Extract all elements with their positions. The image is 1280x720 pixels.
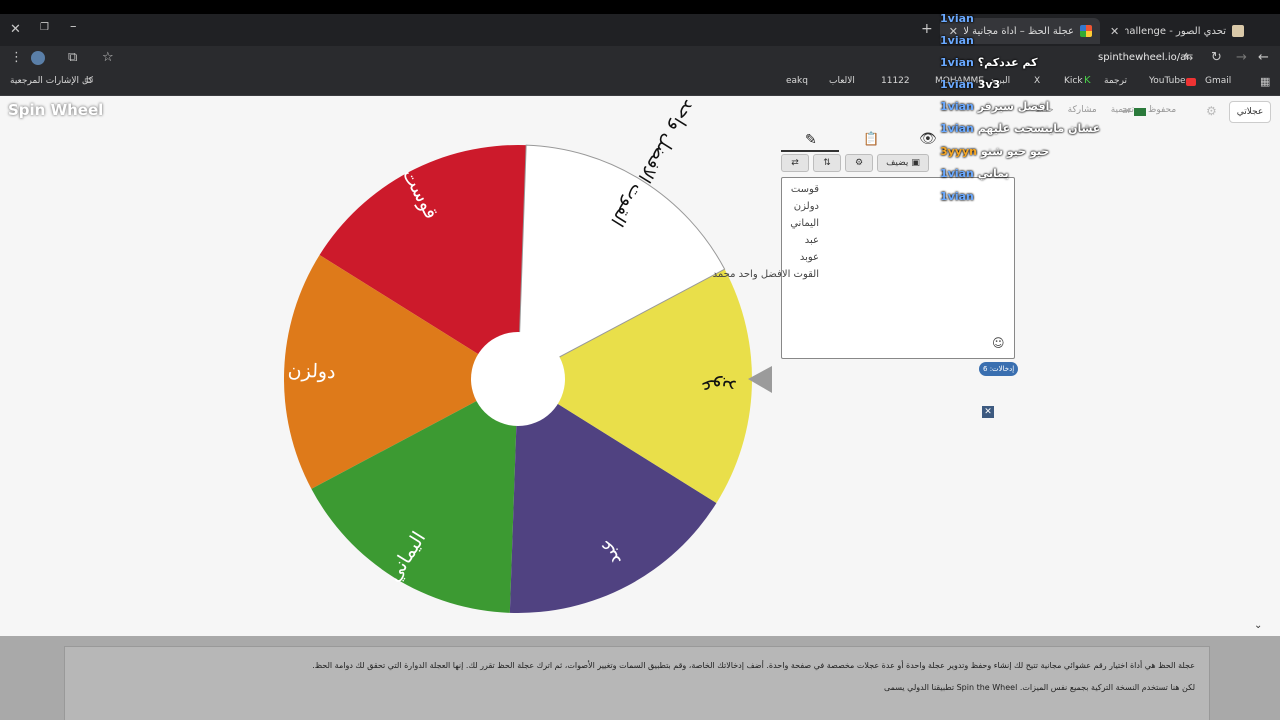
bookmarks-bar: كل الإشارات المرجعية ▭ eakq الالعاب 1112…	[0, 70, 1280, 96]
chat-message: 1vian	[940, 12, 974, 25]
site-settings-icon[interactable]: ⇆	[1184, 51, 1193, 62]
settings-button[interactable]: ⚙	[845, 154, 873, 172]
bookmark-youtube[interactable]: YouTube	[1149, 76, 1186, 86]
chat-text: حيو حيو شنو	[980, 145, 1050, 158]
chat-username: 1vian	[940, 78, 974, 91]
chat-message: 1vian كم عددكم؟	[940, 56, 1037, 69]
forward-icon[interactable]: →	[1236, 51, 1247, 64]
wheel-center-hub[interactable]	[471, 332, 565, 426]
sort-icon: ⇅	[823, 158, 831, 168]
add-image-button[interactable]: ▣ يضيف	[877, 154, 929, 172]
tab-photo-title: تحدي الصور - Photo Challenge	[1125, 25, 1226, 37]
chat-text: 3v3	[977, 78, 1001, 91]
page-footer: عجلة الحظ هي أداة اختيار رقم عشوائي مجان…	[0, 636, 1280, 720]
about-card: عجلة الحظ هي أداة اختيار رقم عشوائي مجان…	[64, 646, 1210, 720]
tab-underline	[781, 150, 839, 152]
bookmark-eakq[interactable]: eakq	[786, 76, 808, 86]
menu-icon[interactable]: ⋮	[10, 51, 23, 64]
shuffle-button[interactable]: ⇄	[781, 154, 809, 172]
apps-grid-icon[interactable]: ▦	[1260, 76, 1270, 87]
scroll-down-chevron-icon[interactable]: ⌄	[1254, 620, 1262, 631]
bookmark-all[interactable]: كل الإشارات المرجعية	[10, 76, 93, 86]
bookmark-games[interactable]: الالعاب	[829, 76, 855, 86]
chat-message: 1vian	[940, 190, 974, 203]
about-text-line-2: لكن هنا تستخدم النسخة التركية بجميع نفس …	[883, 683, 1195, 692]
youtube-icon	[1186, 78, 1196, 86]
bookmark-11122[interactable]: 11122	[881, 76, 910, 86]
chat-message: 1vian 3v3	[940, 78, 1000, 91]
entry-line: دولزن	[793, 201, 819, 212]
chat-username: 1vian	[940, 122, 974, 135]
chat-message: 1vian عشان ماينسحب عليهم	[940, 122, 1100, 135]
chat-username: 1vian	[940, 190, 974, 203]
image-icon: ▣	[911, 158, 920, 168]
chat-message: 3yyyn حيو حيو شنو	[940, 145, 1049, 158]
profile-avatar[interactable]	[31, 51, 45, 65]
tab-bar: ✕ ❐ – + عجلة الحظ – أداة مجانية لاختيار …	[0, 14, 1280, 46]
close-panel-button[interactable]: ✕	[982, 406, 994, 418]
clipboard-icon[interactable]: 📋	[863, 132, 879, 147]
address-bar[interactable]: spinthewheel.io/ar	[1098, 52, 1190, 63]
bookmark-kick[interactable]: Kick	[1064, 76, 1083, 86]
chat-username: 1vian	[940, 100, 974, 113]
page-content: Spin Wheel محفوظ تسمية مشاركة حفظ ar ⚙ ع…	[0, 96, 1280, 636]
wheel-slice-label: دولزن	[287, 359, 336, 383]
entry-line: عبد	[804, 235, 819, 246]
tab-photo-challenge[interactable]: تحدي الصور - Photo Challenge ✕	[1102, 18, 1252, 44]
extensions-icon[interactable]: ⧉	[68, 51, 77, 64]
reload-icon[interactable]: ↻	[1211, 51, 1222, 64]
edit-pencil-icon[interactable]: ✎	[805, 132, 817, 148]
wheel-favicon-icon	[1080, 25, 1092, 37]
kick-icon: K	[1084, 75, 1091, 86]
chat-message: 1vian يماني	[940, 167, 1009, 180]
sort-button[interactable]: ⇅	[813, 154, 841, 172]
chat-message: 1vian افضل سيرفر	[940, 100, 1049, 113]
close-window-icon[interactable]: ✕	[10, 23, 21, 36]
entry-line: قوست	[790, 184, 819, 195]
shuffle-icon: ⇄	[791, 158, 799, 168]
bookmark-translate[interactable]: ترجمة	[1104, 76, 1127, 86]
chat-text: كم عددكم؟	[977, 56, 1038, 69]
about-text-line-1: عجلة الحظ هي أداة اختيار رقم عشوائي مجان…	[312, 661, 1195, 670]
back-icon[interactable]: ←	[1258, 51, 1269, 64]
screen: ✕ ❐ – + عجلة الحظ – أداة مجانية لاختيار …	[0, 0, 1280, 720]
close-icon: ✕	[984, 407, 992, 417]
restore-window-icon[interactable]: ❐	[40, 23, 49, 33]
hide-eye-icon[interactable]: 👁	[919, 131, 937, 147]
folder-icon: ▭	[84, 75, 94, 86]
entry-line: عوبد	[799, 252, 819, 263]
chat-message: 1vian	[940, 34, 974, 47]
photo-favicon-icon	[1232, 25, 1244, 37]
minimize-window-icon[interactable]: –	[70, 20, 77, 33]
chat-username: 1vian	[940, 34, 974, 47]
chat-text: يماني	[977, 167, 1009, 180]
chat-username: 1vian	[940, 56, 974, 69]
settings-gear-icon: ⚙	[854, 158, 864, 168]
emoji-icon[interactable]: ☺	[992, 336, 1005, 350]
add-image-label: يضيف	[886, 158, 909, 168]
spin-wheel[interactable]: قوست دولزن اليماني عبد عوبد القوت الافضل واحد…	[0, 96, 1280, 636]
chat-username: 1vian	[940, 12, 974, 25]
chat-username: 3yyyn	[940, 145, 977, 158]
browser-toolbar: ⋮ ⧉ ☆ spinthewheel.io/ar ⇆ ↻ → ←	[0, 46, 1280, 70]
bookmark-star-icon[interactable]: ☆	[102, 51, 114, 64]
new-tab-icon[interactable]: +	[921, 22, 933, 36]
entry-line: اليماني	[790, 218, 819, 229]
tab-close-icon[interactable]: ✕	[1110, 25, 1119, 38]
chat-overlay: 1vian 1vian 1vian كم عددكم؟ 1vian 3v3 1v…	[938, 10, 1100, 210]
entry-line: القوت الافضل واحد محمد	[712, 269, 819, 280]
chat-text: افضل سيرفر	[977, 100, 1050, 113]
bookmark-gmail[interactable]: Gmail	[1205, 76, 1231, 86]
wheel-slice-label: عوبد	[700, 375, 737, 398]
entries-count-badge: إدخالات: 6	[979, 362, 1019, 376]
chat-text: عشان ماينسحب عليهم	[977, 122, 1101, 135]
entries-count-label: إدخالات: 6	[983, 365, 1015, 373]
chat-username: 1vian	[940, 167, 974, 180]
